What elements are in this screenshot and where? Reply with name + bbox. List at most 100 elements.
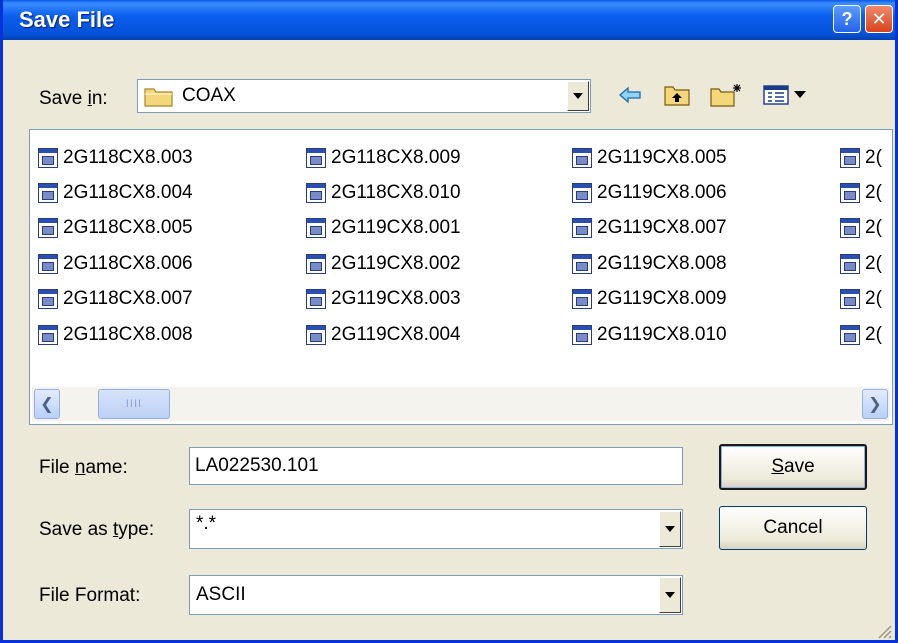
horizontal-scrollbar[interactable]: ❮ IIII ❯ <box>32 387 890 421</box>
file-item-label: 2G119CX8.002 <box>331 253 461 274</box>
save-in-drop-button[interactable] <box>567 81 589 111</box>
file-item-label: 2G118CX8.008 <box>63 324 193 345</box>
save-as-type-dropdown[interactable]: *.* <box>189 509 683 549</box>
data-file-icon <box>572 325 592 345</box>
data-file-icon <box>840 218 860 238</box>
resize-grip-icon[interactable] <box>875 622 893 640</box>
file-item-label: 2G119CX8.001 <box>331 217 461 238</box>
file-item-label: 2G119CX8.003 <box>331 288 461 309</box>
file-item[interactable]: 2G119CX8.004 <box>306 321 461 349</box>
file-item-label: 2G118CX8.009 <box>331 147 461 168</box>
data-file-icon <box>572 183 592 203</box>
file-item-label: 2( <box>865 217 882 238</box>
file-item[interactable]: 2G119CX8.007 <box>572 214 727 242</box>
file-item[interactable]: 2( <box>840 250 882 278</box>
data-file-icon <box>306 148 326 168</box>
cancel-button-label: Cancel <box>763 517 823 538</box>
file-item-label: 2G119CX8.005 <box>597 147 727 168</box>
file-name-value: LA022530.101 <box>195 455 319 476</box>
file-item[interactable]: 2G118CX8.005 <box>38 214 193 242</box>
save-as-type-drop-button[interactable] <box>659 511 681 547</box>
scroll-right-button[interactable]: ❯ <box>862 389 888 419</box>
file-item-label: 2G118CX8.003 <box>63 147 193 168</box>
scroll-thumb[interactable]: IIII <box>98 389 170 419</box>
view-menu-button[interactable] <box>761 81 819 109</box>
file-item-label: 2( <box>865 288 882 309</box>
data-file-icon <box>572 218 592 238</box>
data-file-icon <box>38 254 58 274</box>
file-item[interactable]: 2G118CX8.010 <box>306 179 461 207</box>
file-item[interactable]: 2G119CX8.002 <box>306 250 461 278</box>
file-name-input[interactable]: LA022530.101 <box>189 447 683 485</box>
data-file-icon <box>572 254 592 274</box>
file-item-label: 2( <box>865 253 882 274</box>
data-file-icon <box>840 254 860 274</box>
file-item-label: 2G119CX8.010 <box>597 324 727 345</box>
file-item[interactable]: 2G119CX8.001 <box>306 214 461 242</box>
file-item[interactable]: 2G118CX8.008 <box>38 321 193 349</box>
file-item-label: 2( <box>865 147 882 168</box>
file-item-label: 2( <box>865 324 882 345</box>
file-format-dropdown[interactable]: ASCII <box>189 575 683 615</box>
file-item[interactable]: 2G118CX8.004 <box>38 179 193 207</box>
chevron-down-icon <box>573 93 583 99</box>
file-item[interactable]: 2( <box>840 214 882 242</box>
file-item[interactable]: 2( <box>840 285 882 313</box>
data-file-icon <box>572 148 592 168</box>
close-button[interactable]: ✕ <box>865 5 893 33</box>
create-new-folder-button[interactable] <box>709 81 743 109</box>
data-file-icon <box>306 254 326 274</box>
chevron-down-icon <box>665 592 675 598</box>
chevron-right-icon: ❯ <box>868 396 882 413</box>
data-file-icon <box>306 218 326 238</box>
view-menu-icon <box>763 85 806 105</box>
data-file-icon <box>840 183 860 203</box>
data-file-icon <box>306 325 326 345</box>
file-item[interactable]: 2G119CX8.005 <box>572 144 727 172</box>
save-in-value: COAX <box>182 85 236 106</box>
file-list[interactable]: 2G118CX8.003 2G118CX8.004 2G118CX8.005 2G11… <box>29 129 893 425</box>
help-button[interactable]: ? <box>833 5 861 33</box>
new-folder-icon <box>710 84 741 107</box>
help-icon: ? <box>841 8 853 29</box>
save-button[interactable]: Save <box>719 444 867 490</box>
file-item[interactable]: 2G119CX8.003 <box>306 285 461 313</box>
data-file-icon <box>38 289 58 309</box>
file-item[interactable]: 2G119CX8.009 <box>572 285 727 313</box>
data-file-icon <box>38 218 58 238</box>
save-file-dialog: Save File ? ✕ Save in: COAX 2G118CX8.003… <box>0 0 898 643</box>
up-one-level-button[interactable] <box>663 81 691 109</box>
file-item-label: 2G119CX8.007 <box>597 217 727 238</box>
file-item[interactable]: 2G118CX8.006 <box>38 250 193 278</box>
data-file-icon <box>840 325 860 345</box>
file-item[interactable]: 2G119CX8.010 <box>572 321 727 349</box>
back-button[interactable] <box>617 81 643 109</box>
cancel-button[interactable]: Cancel <box>719 506 867 550</box>
grip-icon: IIII <box>125 398 143 410</box>
file-item[interactable]: 2( <box>840 321 882 349</box>
chevron-down-icon <box>665 526 675 532</box>
file-item[interactable]: 2G118CX8.003 <box>38 144 193 172</box>
file-item[interactable]: 2( <box>840 179 882 207</box>
file-format-label: File Format: <box>39 585 141 606</box>
save-in-label: Save in: <box>39 88 108 109</box>
file-item[interactable]: 2( <box>840 144 882 172</box>
save-in-dropdown[interactable]: COAX <box>137 79 591 113</box>
file-item-label: 2G119CX8.006 <box>597 182 727 203</box>
data-file-icon <box>840 148 860 168</box>
data-file-icon <box>306 183 326 203</box>
file-item-label: 2G118CX8.010 <box>331 182 461 203</box>
file-format-drop-button[interactable] <box>659 577 681 613</box>
scroll-left-button[interactable]: ❮ <box>34 389 60 419</box>
file-item[interactable]: 2G118CX8.009 <box>306 144 461 172</box>
title-bar[interactable]: Save File ? ✕ <box>3 0 895 40</box>
file-format-value: ASCII <box>196 584 246 605</box>
file-item-label: 2G119CX8.004 <box>331 324 461 345</box>
data-file-icon <box>38 183 58 203</box>
file-item[interactable]: 2G119CX8.008 <box>572 250 727 278</box>
folder-icon <box>144 88 173 107</box>
file-item[interactable]: 2G118CX8.007 <box>38 285 193 313</box>
save-as-type-value: *.* <box>196 513 217 534</box>
data-file-icon <box>38 148 58 168</box>
file-item[interactable]: 2G119CX8.006 <box>572 179 727 207</box>
